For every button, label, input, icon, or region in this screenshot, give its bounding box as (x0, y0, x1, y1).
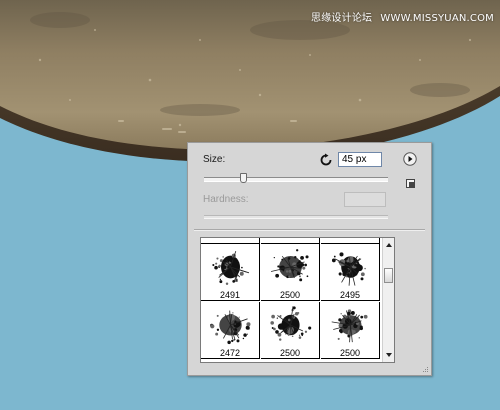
watermark-site-cn: 思缘设计论坛 (311, 13, 373, 24)
reset-icon[interactable] (319, 153, 333, 167)
brush-tip-thumbnail (331, 309, 368, 343)
size-input[interactable] (338, 152, 382, 167)
preset-size-label: 2491 (219, 290, 241, 300)
hardness-slider (204, 215, 388, 219)
preset-cell[interactable] (201, 238, 260, 244)
scrollbar-thumb[interactable] (384, 268, 393, 283)
preset-cell[interactable] (261, 238, 320, 244)
brush-tip-thumbnail (270, 306, 312, 341)
brush-preset-panel: Size: Hardness: 2491 2500 2495 2472 2500 2500 (187, 142, 432, 376)
preset-size-label: 2500 (279, 290, 301, 300)
brush-tip-thumbnail (270, 249, 309, 282)
hardness-value-field (344, 192, 386, 207)
size-label: Size: (203, 154, 226, 165)
preset-cell[interactable]: 2500 (261, 302, 320, 359)
arrow-down-icon[interactable] (384, 350, 394, 360)
brush-tip-thumbnail (212, 250, 250, 285)
resize-grip-icon[interactable] (421, 365, 429, 373)
flyout-menu-icon[interactable] (403, 152, 417, 166)
preset-size-label: 2500 (279, 348, 301, 358)
preset-grid: 2491 2500 2495 2472 2500 2500 (201, 238, 382, 362)
brush-tip-thumbnail (210, 310, 251, 345)
arrow-up-icon[interactable] (384, 240, 394, 250)
size-slider-thumb[interactable] (240, 173, 248, 183)
preset-list[interactable]: 2491 2500 2495 2472 2500 2500 (200, 237, 395, 363)
preset-cell[interactable]: 2491 (201, 244, 260, 301)
preset-cell[interactable]: 2495 (321, 244, 380, 301)
new-preset-icon[interactable] (406, 179, 415, 188)
watermark-site-url: WWW.MISSYUAN.COM (380, 13, 494, 24)
brush-tip-thumbnail (331, 252, 366, 286)
preset-cell[interactable]: 2472 (201, 302, 260, 359)
watermark: 思缘设计论坛 WWW.MISSYUAN.COM (311, 9, 494, 24)
preset-size-label: 2500 (339, 348, 361, 358)
size-slider[interactable] (204, 173, 388, 183)
preset-cell[interactable]: 2500 (261, 244, 320, 301)
preset-cell[interactable]: 2500 (321, 302, 380, 359)
preset-cell[interactable] (321, 238, 380, 244)
preset-size-label: 2495 (339, 290, 361, 300)
divider (194, 229, 425, 231)
vertical-scrollbar[interactable] (382, 238, 394, 362)
preset-size-label: 2472 (219, 348, 241, 358)
hardness-label: Hardness: (203, 194, 249, 205)
